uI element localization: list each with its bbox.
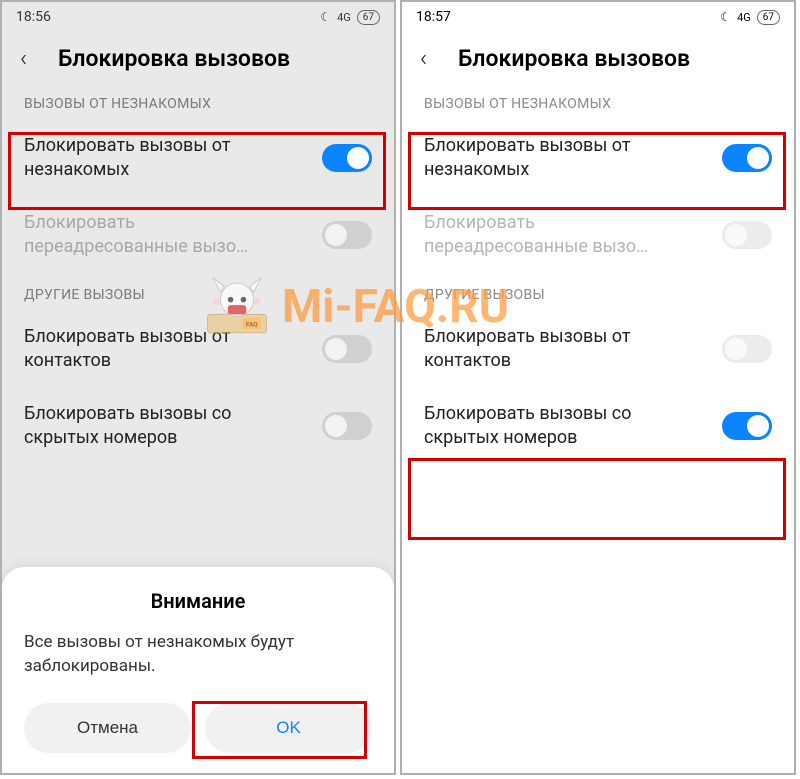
- toggle-hidden[interactable]: [722, 412, 772, 440]
- network-label: 4G: [337, 11, 351, 24]
- row-block-unknown[interactable]: Блокировать вызовы от незнакомых: [2, 120, 394, 197]
- dialog-actions: Отмена OK: [24, 703, 372, 753]
- toggle-forwarded[interactable]: [722, 221, 772, 249]
- row-label: Блокировать переадресованные вызо…: [424, 211, 684, 260]
- phone-left: 18:56 ☾ 4G 67 ‹ Блокировка вызовов ВЫЗОВ…: [0, 0, 396, 775]
- status-bar: 18:57 ☾ 4G 67: [402, 2, 794, 32]
- row-block-contacts[interactable]: Блокировать вызовы от контактов: [2, 311, 394, 388]
- cancel-button[interactable]: Отмена: [24, 703, 191, 753]
- battery-value: 67: [363, 11, 374, 24]
- row-label: Блокировать вызовы со скрытых номеров: [424, 402, 684, 451]
- row-block-hidden[interactable]: Блокировать вызовы со скрытых номеров: [402, 388, 794, 465]
- row-label: Блокировать вызовы от контактов: [424, 325, 684, 374]
- highlight-block-hidden: [408, 458, 786, 540]
- section-unknown-calls: ВЫЗОВЫ ОТ НЕЗНАКОМЫХ: [2, 82, 394, 120]
- toggle-contacts[interactable]: [322, 335, 372, 363]
- battery-icon: 67: [757, 10, 780, 25]
- status-right: ☾ 4G 67: [320, 10, 380, 25]
- battery-value: 67: [763, 11, 774, 24]
- dialog-title: Внимание: [24, 589, 372, 613]
- confirm-dialog: Внимание Все вызовы от незнакомых будут …: [2, 567, 394, 773]
- dnd-icon: ☾: [320, 10, 331, 24]
- row-block-unknown[interactable]: Блокировать вызовы от незнакомых: [402, 120, 794, 197]
- dialog-body: Все вызовы от незнакомых будут заблокиро…: [24, 631, 372, 679]
- row-label: Блокировать вызовы со скрытых номеров: [24, 402, 284, 451]
- row-block-hidden[interactable]: Блокировать вызовы со скрытых номеров: [2, 388, 394, 465]
- network-label: 4G: [737, 11, 751, 24]
- back-icon[interactable]: ‹: [20, 44, 40, 72]
- toggle-contacts[interactable]: [722, 335, 772, 363]
- back-icon[interactable]: ‹: [420, 44, 440, 72]
- status-time: 18:57: [416, 9, 451, 25]
- toggle-block-unknown[interactable]: [322, 144, 372, 172]
- page-header: ‹ Блокировка вызовов: [402, 32, 794, 82]
- dnd-icon: ☾: [720, 10, 731, 24]
- section-unknown-calls: ВЫЗОВЫ ОТ НЕЗНАКОМЫХ: [402, 82, 794, 120]
- row-label: Блокировать переадресованные вызо…: [24, 211, 284, 260]
- row-label: Блокировать вызовы от незнакомых: [424, 134, 684, 183]
- toggle-hidden[interactable]: [322, 412, 372, 440]
- battery-icon: 67: [357, 10, 380, 25]
- status-time: 18:56: [16, 9, 51, 25]
- row-label: Блокировать вызовы от контактов: [24, 325, 284, 374]
- toggle-block-unknown[interactable]: [722, 144, 772, 172]
- toggle-forwarded[interactable]: [322, 221, 372, 249]
- row-forwarded[interactable]: Блокировать переадресованные вызо…: [402, 197, 794, 274]
- ok-button[interactable]: OK: [205, 703, 372, 753]
- page-title: Блокировка вызовов: [58, 45, 290, 72]
- row-block-contacts[interactable]: Блокировать вызовы от контактов: [402, 311, 794, 388]
- row-forwarded[interactable]: Блокировать переадресованные вызо…: [2, 197, 394, 274]
- section-other-calls: ДРУГИЕ ВЫЗОВЫ: [2, 273, 394, 311]
- row-label: Блокировать вызовы от незнакомых: [24, 134, 284, 183]
- status-right: ☾ 4G 67: [720, 10, 780, 25]
- page-header: ‹ Блокировка вызовов: [2, 32, 394, 82]
- page-title: Блокировка вызовов: [458, 45, 690, 72]
- status-bar: 18:56 ☾ 4G 67: [2, 2, 394, 32]
- section-other-calls: ДРУГИЕ ВЫЗОВЫ: [402, 273, 794, 311]
- phone-right: 18:57 ☾ 4G 67 ‹ Блокировка вызовов ВЫЗОВ…: [400, 0, 796, 775]
